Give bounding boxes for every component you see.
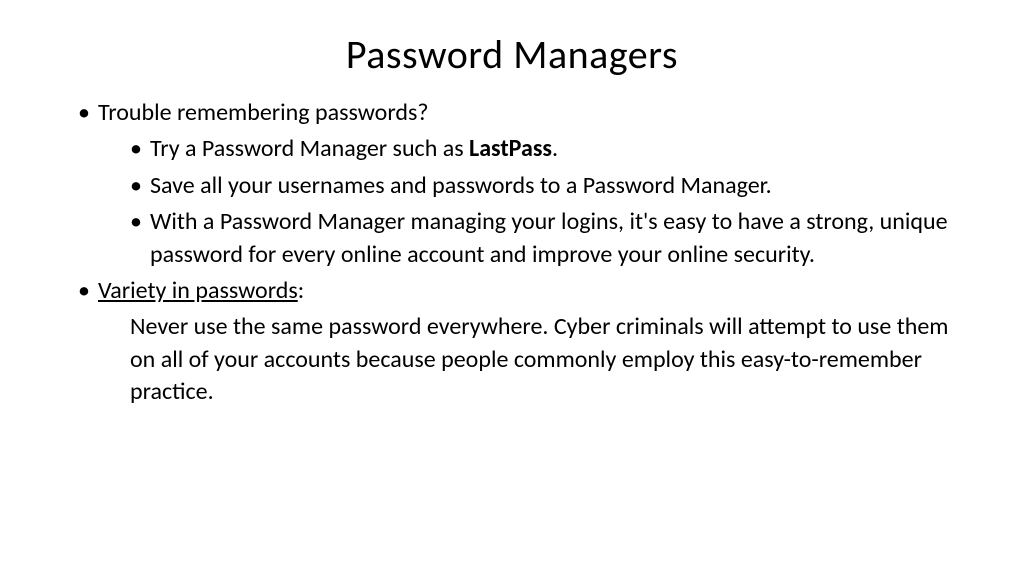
main-bullet-list: Trouble remembering passwords? Try a Pas… [60,97,964,307]
text-bold-lastpass: LastPass [469,134,552,163]
text-prefix: Try a Password Manager such as [150,134,469,163]
bullet-text: With a Password Manager managing your lo… [150,207,948,268]
text-underline-variety: Variety in passwords [98,276,298,305]
sub-bullet-strong-unique: With a Password Manager managing your lo… [132,206,964,271]
text-colon: : [298,276,304,305]
sub-bullet-lastpass: Try a Password Manager such as LastPass. [132,133,964,165]
text-suffix: . [552,134,558,163]
bullet-trouble-remembering: Trouble remembering passwords? Try a Pas… [80,97,964,271]
sub-bullet-list: Try a Password Manager such as LastPass.… [98,133,964,271]
slide-title: Password Managers [60,30,964,79]
sub-bullet-save-all: Save all your usernames and passwords to… [132,170,964,202]
bullet-variety-passwords: Variety in passwords: [80,275,964,307]
paragraph-never-reuse: Never use the same password everywhere. … [60,311,964,408]
bullet-text: Save all your usernames and passwords to… [150,171,772,200]
bullet-text: Trouble remembering passwords? [98,98,428,127]
